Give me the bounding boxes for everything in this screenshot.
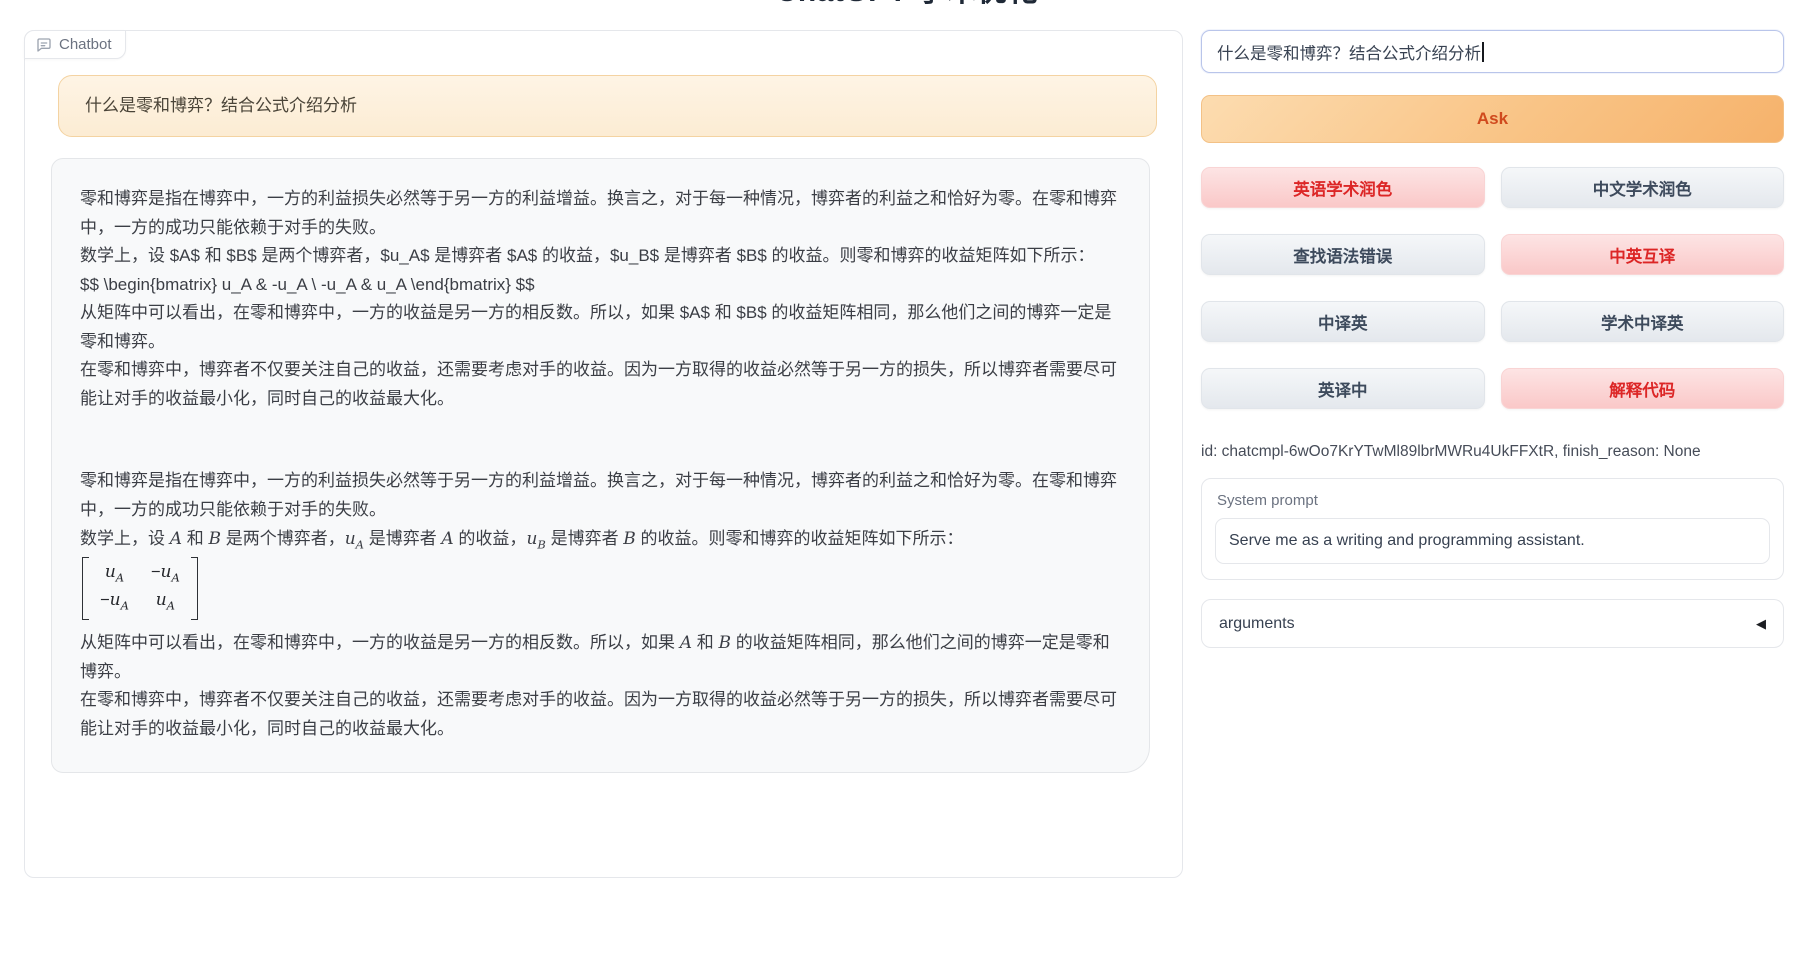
bot-message-bubble: 零和博弈是指在博弈中，一方的利益损失必然等于另一方的利益增益。换言之，对于每一种… <box>51 158 1150 773</box>
chat-messages: 什么是零和博弈？结合公式介绍分析 零和博弈是指在博弈中，一方的利益损失必然等于另… <box>25 31 1182 773</box>
quick-action-button-en-to-zh[interactable]: 英译中 <box>1201 368 1485 409</box>
bot-paragraph-math: 数学上，设 A 和 B 是两个博弈者，uA 是博弈者 A 的收益，uB 是博弈者… <box>80 525 1121 555</box>
user-message-bubble: 什么是零和博弈？结合公式介绍分析 <box>58 75 1157 137</box>
quick-action-button-zh-en-mutual[interactable]: 中英互译 <box>1501 234 1785 275</box>
quick-action-button-grammar-check[interactable]: 查找语法错误 <box>1201 234 1485 275</box>
quick-action-button-english-polish[interactable]: 英语学术润色 <box>1201 167 1485 208</box>
matrix-cell: uA <box>100 561 129 588</box>
main-row: Chatbot 什么是零和博弈？结合公式介绍分析 零和博弈是指在博弈中，一方的利… <box>0 10 1814 878</box>
bot-paragraph-latex-source: $$ \begin{bmatrix} u_A & -u_A \ -u_A & u… <box>80 271 1121 300</box>
chatbot-panel: Chatbot 什么是零和博弈？结合公式介绍分析 零和博弈是指在博弈中，一方的利… <box>24 30 1183 878</box>
bot-paragraph-math: 从矩阵中可以看出，在零和博弈中，一方的收益是另一方的相反数。所以，如果 A 和 … <box>80 629 1121 686</box>
chatbot-label-tab: Chatbot <box>24 30 126 59</box>
system-prompt-value: Serve me as a writing and programming as… <box>1229 532 1585 550</box>
arguments-label: arguments <box>1219 615 1295 633</box>
quick-action-grid: 英语学术润色 中文学术润色 查找语法错误 中英互译 中译英 学术中译英 英译中 … <box>1201 167 1784 409</box>
matrix-cell: −uA <box>100 589 129 616</box>
matrix-left-bracket <box>82 557 89 620</box>
text-caret <box>1482 42 1484 62</box>
quick-action-button-zh-to-en[interactable]: 中译英 <box>1201 301 1485 342</box>
ask-button[interactable]: Ask <box>1201 95 1784 143</box>
system-prompt-input[interactable]: Serve me as a writing and programming as… <box>1215 518 1770 564</box>
control-column: 什么是零和博弈？结合公式介绍分析 Ask 英语学术润色 中文学术润色 查找语法错… <box>1201 30 1784 878</box>
bot-paragraph: 零和博弈是指在博弈中，一方的利益损失必然等于另一方的利益增益。换言之，对于每一种… <box>80 185 1121 242</box>
matrix-right-bracket <box>191 557 198 620</box>
system-prompt-label: System prompt <box>1217 492 1770 509</box>
response-id-text: id: chatcmpl-6wOo7KrYTwMl89lbrMWRu4UkFFX… <box>1201 443 1784 461</box>
page-title-clipped: ChatGPT 学术优化 <box>0 0 1814 10</box>
question-input[interactable]: 什么是零和博弈？结合公式介绍分析 <box>1201 30 1784 73</box>
bot-paragraph: 在零和博弈中，博弈者不仅要关注自己的收益，还需要考虑对手的收益。因为一方取得的收… <box>80 686 1121 743</box>
quick-action-button-chinese-polish[interactable]: 中文学术润色 <box>1501 167 1785 208</box>
bot-paragraph: 在零和博弈中，博弈者不仅要关注自己的收益，还需要考虑对手的收益。因为一方取得的收… <box>80 356 1121 413</box>
bot-paragraph: 数学上，设 $A$ 和 $B$ 是两个博弈者，$u_A$ 是博弈者 $A$ 的收… <box>80 242 1121 271</box>
matrix-cell: −uA <box>151 561 180 588</box>
bot-paragraph: 零和博弈是指在博弈中，一方的利益损失必然等于另一方的利益增益。换言之，对于每一种… <box>80 467 1121 524</box>
formula-matrix: uA−uA−uAuA <box>80 554 1121 629</box>
chatbot-label: Chatbot <box>59 36 112 53</box>
speech-bubble-icon <box>36 37 52 53</box>
question-input-value: 什么是零和博弈？结合公式介绍分析 <box>1217 40 1481 64</box>
bot-paragraph: 从矩阵中可以看出，在零和博弈中，一方的收益是另一方的相反数。所以，如果 $A$ … <box>80 299 1121 356</box>
quick-action-button-explain-code[interactable]: 解释代码 <box>1501 368 1785 409</box>
system-prompt-group: System prompt Serve me as a writing and … <box>1201 478 1784 580</box>
arguments-accordion[interactable]: arguments ◀ <box>1201 599 1784 648</box>
page-title: ChatGPT 学术优化 <box>0 0 1814 7</box>
quick-action-button-academic-zh-en[interactable]: 学术中译英 <box>1501 301 1785 342</box>
paragraph-gap <box>80 413 1121 467</box>
left-triangle-icon: ◀ <box>1756 616 1766 632</box>
matrix-cell: uA <box>151 589 180 616</box>
